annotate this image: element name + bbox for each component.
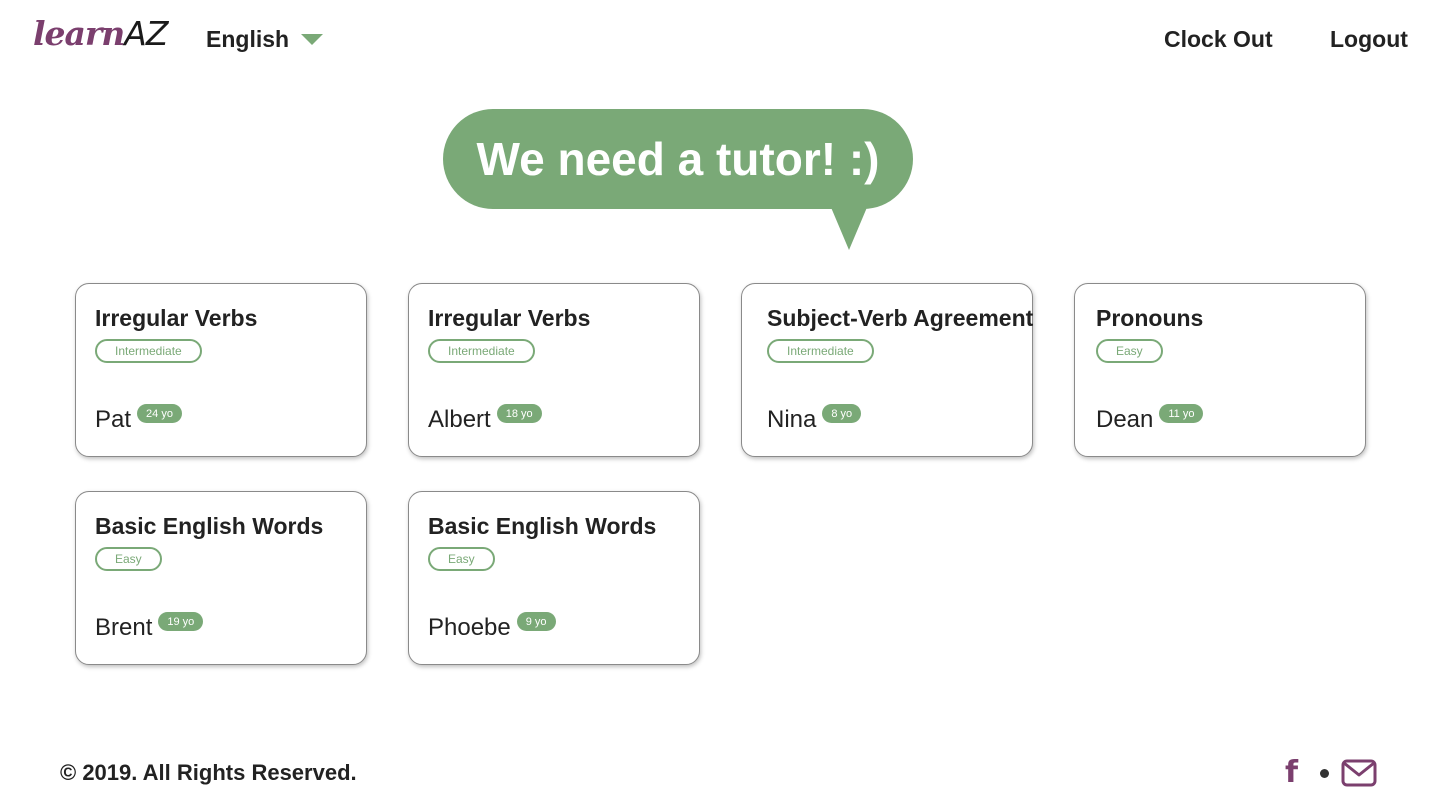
chevron-down-icon: [301, 34, 324, 45]
level-badge: Intermediate: [428, 339, 535, 363]
student-name: Pat: [95, 406, 132, 433]
lesson-card[interactable]: Subject-Verb Agreement Intermediate Nina…: [741, 283, 1033, 457]
logout-button[interactable]: Logout: [1330, 26, 1408, 53]
speech-bubble-tail: [830, 205, 868, 250]
student-info: Phoebe 9 yo: [428, 612, 556, 642]
student-info: Dean 11 yo: [1096, 404, 1204, 434]
lesson-card[interactable]: Basic English Words Easy Phoebe 9 yo: [408, 491, 700, 665]
age-badge: 18 yo: [496, 404, 542, 423]
level-badge: Easy: [428, 547, 495, 571]
student-name: Dean: [1096, 406, 1154, 433]
clock-out-button[interactable]: Clock Out: [1164, 26, 1273, 53]
level-badge: Intermediate: [767, 339, 874, 363]
lesson-title: Irregular Verbs: [428, 305, 591, 331]
age-badge: 9 yo: [516, 612, 556, 631]
student-name: Albert: [428, 406, 491, 433]
student-info: Brent 19 yo: [95, 612, 204, 642]
banner-text: We need a tutor! :): [476, 133, 880, 185]
language-label: English: [206, 26, 290, 52]
logo-learn-text: learn: [33, 14, 125, 53]
age-badge: 19 yo: [158, 612, 204, 631]
level-badge: Easy: [1096, 339, 1163, 363]
lesson-title: Subject-Verb Agreement: [767, 305, 1034, 331]
mail-icon[interactable]: [1341, 759, 1377, 787]
copyright-text: © 2019. All Rights Reserved.: [60, 760, 357, 785]
age-badge: 8 yo: [822, 404, 862, 423]
lesson-card[interactable]: Irregular Verbs Intermediate Albert 18 y…: [408, 283, 700, 457]
lesson-title: Basic English Words: [95, 513, 324, 539]
tutor-banner: We need a tutor! :): [443, 109, 913, 209]
lesson-card[interactable]: Irregular Verbs Intermediate Pat 24 yo: [75, 283, 367, 457]
age-badge: 11 yo: [1159, 404, 1204, 423]
header: learn AZ English Clock Out Logout: [0, 0, 1440, 80]
logo[interactable]: learn AZ: [33, 14, 168, 54]
level-badge: Intermediate: [95, 339, 202, 363]
student-name: Nina: [767, 406, 817, 433]
lesson-title: Irregular Verbs: [95, 305, 258, 331]
social-links: f: [1285, 758, 1377, 788]
student-name: Brent: [95, 614, 153, 641]
student-info: Albert 18 yo: [428, 404, 542, 434]
lesson-card[interactable]: Pronouns Easy Dean 11 yo: [1074, 283, 1366, 457]
student-name: Phoebe: [428, 614, 511, 641]
language-select[interactable]: English: [206, 26, 324, 53]
lesson-title: Basic English Words: [428, 513, 657, 539]
student-info: Pat 24 yo: [95, 404, 182, 434]
age-badge: 24 yo: [137, 404, 182, 423]
lesson-card[interactable]: Basic English Words Easy Brent 19 yo: [75, 491, 367, 665]
lesson-title: Pronouns: [1096, 305, 1204, 331]
level-badge: Easy: [95, 547, 162, 571]
logo-az-text: AZ: [124, 14, 168, 53]
facebook-icon[interactable]: f: [1285, 758, 1298, 788]
separator-dot: [1320, 768, 1330, 778]
student-info: Nina 8 yo: [767, 404, 862, 434]
